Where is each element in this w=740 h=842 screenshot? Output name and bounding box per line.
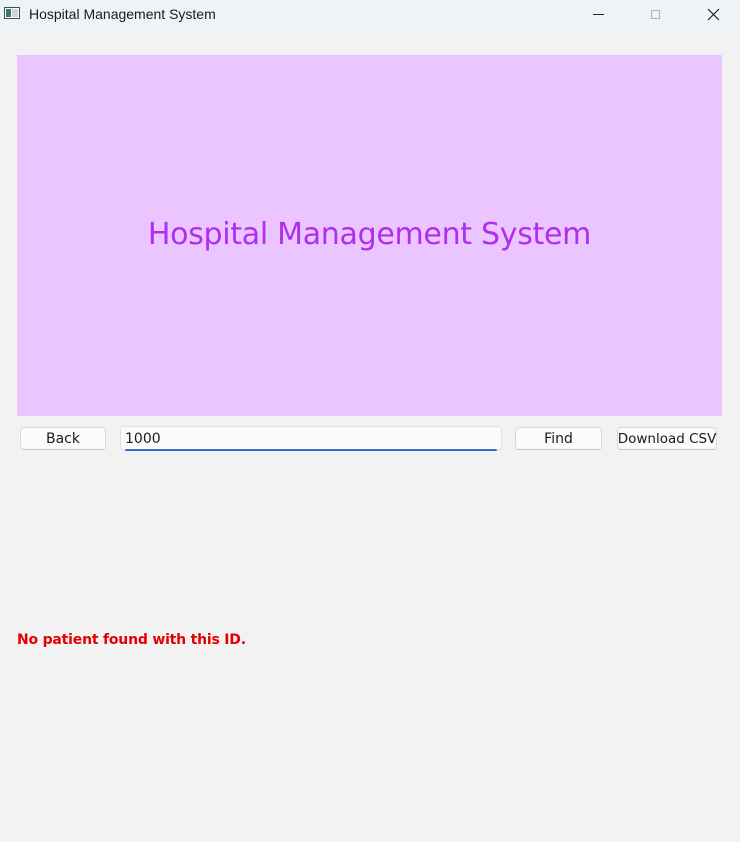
maximize-icon: [650, 9, 660, 19]
banner-title: Hospital Management System: [147, 217, 592, 252]
patient-id-field[interactable]: [120, 426, 502, 451]
close-icon: [707, 8, 719, 20]
patient-id-input[interactable]: [125, 429, 485, 448]
app-window-icon: [4, 7, 20, 19]
minimize-icon: [592, 13, 604, 15]
minimize-button[interactable]: [575, 0, 621, 28]
close-button[interactable]: [690, 0, 736, 28]
app-window: Hospital Management System Hospital Mana…: [0, 0, 740, 842]
title-bar[interactable]: Hospital Management System: [0, 0, 740, 28]
input-focus-underline: [125, 449, 497, 451]
maximize-button[interactable]: [632, 0, 678, 28]
download-csv-button[interactable]: Download CSV: [617, 427, 717, 450]
status-message: No patient found with this ID.: [17, 632, 246, 648]
find-button[interactable]: Find: [515, 427, 602, 450]
window-title: Hospital Management System: [29, 6, 216, 22]
back-button[interactable]: Back: [20, 427, 106, 450]
header-banner: Hospital Management System: [17, 55, 722, 416]
